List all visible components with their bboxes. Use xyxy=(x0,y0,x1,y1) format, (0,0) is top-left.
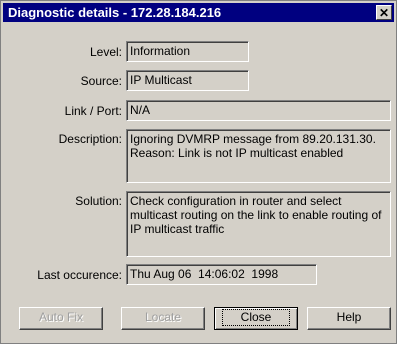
solution-field: Check configuration in router and select… xyxy=(126,191,391,257)
window-title: Diagnostic details - 172.28.184.216 xyxy=(8,5,222,20)
title-bar[interactable]: Diagnostic details - 172.28.184.216 ✕ xyxy=(3,3,394,22)
link-port-label: Link / Port: xyxy=(64,104,122,118)
level-field: Information xyxy=(126,41,249,62)
close-icon[interactable]: ✕ xyxy=(376,5,392,20)
level-label: Level: xyxy=(89,45,122,59)
description-field: Ignoring DVMRP message from 89.20.131.30… xyxy=(126,129,391,183)
last-occurence-field: Thu Aug 06 14:06:02 1998 xyxy=(126,264,317,285)
source-field: IP Multicast xyxy=(126,70,249,91)
source-label: Source: xyxy=(80,74,122,88)
last-occurence-label: Last occurence: xyxy=(37,268,122,282)
close-button-label: Close xyxy=(221,309,291,326)
auto-fix-button[interactable]: Auto Fix xyxy=(19,307,103,330)
solution-label: Solution: xyxy=(75,194,122,208)
locate-button[interactable]: Locate xyxy=(121,307,205,330)
close-button[interactable]: Close xyxy=(214,307,298,330)
description-label: Description: xyxy=(58,132,122,146)
diagnostic-dialog: Diagnostic details - 172.28.184.216 ✕ Le… xyxy=(0,0,397,344)
help-button[interactable]: Help xyxy=(307,307,391,330)
link-port-field: N/A xyxy=(126,100,391,121)
